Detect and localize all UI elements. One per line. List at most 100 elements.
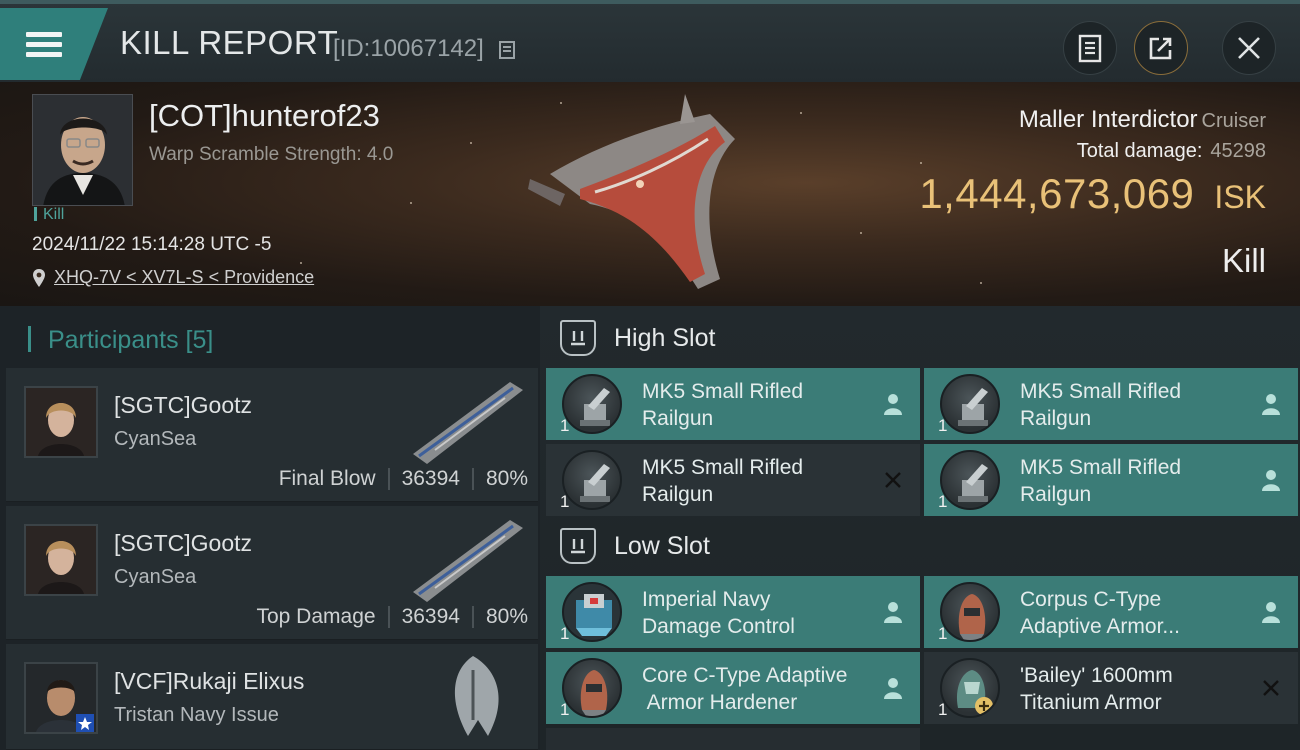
ship-class: Cruiser <box>1201 110 1266 132</box>
person-icon <box>884 602 902 623</box>
railgun-icon <box>940 450 1000 510</box>
hamburger-icon <box>26 27 62 62</box>
kill-tag: Kill <box>34 206 64 224</box>
participant-ship-icon <box>454 656 499 736</box>
stat-divider <box>471 606 474 628</box>
person-icon <box>884 394 902 415</box>
module-quantity: 1 <box>938 624 948 643</box>
participants-panel: Participants [5] [SGTC]Gootz CyanSea Fin… <box>0 306 540 750</box>
participant-card[interactable]: [SGTC]Gootz CyanSea Top Damage 36394 80% <box>6 506 538 640</box>
kill-location-link[interactable]: XHQ-7V < XV7L-S < Providence <box>32 267 314 288</box>
participant-ship: Tristan Navy Issue <box>114 704 279 726</box>
participants-label: Participants <box>47 326 179 354</box>
isk-amount: 1,444,673,069 <box>919 170 1195 217</box>
participant-card[interactable]: [SGTC]Gootz CyanSea Final Blow 36394 80% <box>6 368 538 502</box>
isk-value-row: 1,444,673,069 ISK <box>919 170 1266 218</box>
ship-name-row: Maller Interdictor Cruiser <box>1019 106 1266 134</box>
menu-button[interactable] <box>0 8 108 80</box>
module-name: Corpus C-Type Adaptive Armor... <box>1020 588 1180 638</box>
isk-unit: ISK <box>1214 179 1266 215</box>
map-pin-icon <box>33 268 45 287</box>
participants-header[interactable]: Participants [5] <box>28 326 213 355</box>
close-button[interactable] <box>1222 21 1276 75</box>
module-name: 'Bailey' 1600mm Titanium Armor <box>1020 664 1173 714</box>
participant-avatar <box>24 662 98 734</box>
participants-count: [5] <box>185 326 214 354</box>
total-damage-label: Total damage: <box>1076 140 1203 162</box>
destroyed-x-icon <box>885 472 901 488</box>
victim-stat: Warp Scramble Strength: 4.0 <box>149 144 394 165</box>
module-item[interactable]: 1 MK5 Small Rifled Railgun <box>546 444 920 516</box>
high-slot-label: High Slot <box>614 323 716 352</box>
module-quantity: 1 <box>560 624 570 643</box>
total-damage-row: Total damage: 45298 <box>1077 140 1266 163</box>
person-icon <box>1262 470 1280 491</box>
module-item[interactable]: 1 MK5 Small Rifled Railgun <box>924 368 1298 440</box>
destroyed-x-icon <box>1263 680 1279 696</box>
participant-ship-icon <box>413 520 523 602</box>
participant-avatar <box>24 386 98 458</box>
railgun-icon <box>562 450 622 510</box>
participant-avatar <box>24 524 98 596</box>
participant-name: [SGTC]Gootz <box>114 530 253 556</box>
module-name: Core C-Type Adaptive Armor Hardener <box>642 664 848 714</box>
participant-damage: 36394 <box>401 467 460 490</box>
module-item[interactable]: 1 Corpus C-Type Adaptive Armor... <box>924 576 1298 648</box>
kill-datetime: 2024/11/22 15:14:28 UTC -5 <box>32 234 272 255</box>
report-id: [ID:10067142] <box>333 35 484 62</box>
stat-divider <box>387 606 390 628</box>
stat-divider <box>387 468 390 490</box>
person-icon <box>1262 394 1280 415</box>
module-name: MK5 Small Rifled Railgun <box>642 380 804 430</box>
participant-card[interactable]: [VCF]Rukaji Elixus Tristan Navy Issue <box>6 644 538 750</box>
share-button[interactable] <box>1134 21 1188 75</box>
victim-name[interactable]: [COT]hunterof23 <box>149 98 380 134</box>
participant-name: [VCF]Rukaji Elixus <box>114 668 305 694</box>
location-text: XHQ-7V < XV7L-S < Providence <box>54 267 315 287</box>
total-damage-value: 45298 <box>1210 140 1266 162</box>
close-icon <box>1238 37 1260 59</box>
participant-ship: CyanSea <box>114 566 197 588</box>
top-bar: KILL REPORT [ID:10067142] <box>0 0 1300 82</box>
participant-role: Top Damage <box>256 605 376 628</box>
module-item[interactable]: 1 Imperial Navy Damage Control <box>546 576 920 648</box>
module-name: MK5 Small Rifled Railgun <box>1020 456 1182 506</box>
participant-name: [SGTC]Gootz <box>114 392 253 418</box>
module-quantity: 1 <box>938 416 948 435</box>
armor-plate-icon <box>940 658 1000 718</box>
ship-render[interactable] <box>520 94 760 299</box>
copy-icon[interactable] <box>498 38 518 60</box>
low-slot-label: Low Slot <box>614 531 710 560</box>
clipboard-icon <box>1078 34 1102 63</box>
person-icon <box>1262 602 1280 623</box>
share-icon <box>1149 37 1172 60</box>
module-item-partial[interactable] <box>546 728 920 750</box>
high-slot-icon <box>560 320 596 356</box>
page-title: KILL REPORT <box>120 24 339 61</box>
victim-portrait[interactable] <box>32 94 133 206</box>
report-log-button[interactable] <box>1063 21 1117 75</box>
module-item[interactable]: 1 'Bailey' 1600mm Titanium Armor <box>924 652 1298 724</box>
railgun-icon <box>940 374 1000 434</box>
module-item[interactable]: 1 MK5 Small Rifled Railgun <box>924 444 1298 516</box>
module-quantity: 1 <box>938 700 948 719</box>
stat-divider <box>471 468 474 490</box>
low-slot-header: Low Slot <box>560 528 710 564</box>
module-item[interactable]: 1 Core C-Type Adaptive Armor Hardener <box>546 652 920 724</box>
module-item[interactable]: 1 MK5 Small Rifled Railgun <box>546 368 920 440</box>
participant-ship: CyanSea <box>114 428 197 450</box>
ship-name[interactable]: Maller Interdictor <box>1019 106 1198 133</box>
module-name: MK5 Small Rifled Railgun <box>1020 380 1182 430</box>
result-label: Kill <box>1221 242 1266 279</box>
module-quantity: 1 <box>560 492 570 511</box>
participant-percent: 80% <box>485 467 528 490</box>
module-quantity: 1 <box>560 416 570 435</box>
railgun-icon <box>562 374 622 434</box>
victim-banner: [COT]hunterof23 Warp Scramble Strength: … <box>0 82 1300 306</box>
module-name: MK5 Small Rifled Railgun <box>642 456 804 506</box>
pilot-portrait-image <box>33 95 132 205</box>
damage-control-icon <box>562 582 622 642</box>
armor-hardener-icon <box>940 582 1000 642</box>
module-quantity: 1 <box>938 492 948 511</box>
module-name: Imperial Navy Damage Control <box>642 588 795 638</box>
